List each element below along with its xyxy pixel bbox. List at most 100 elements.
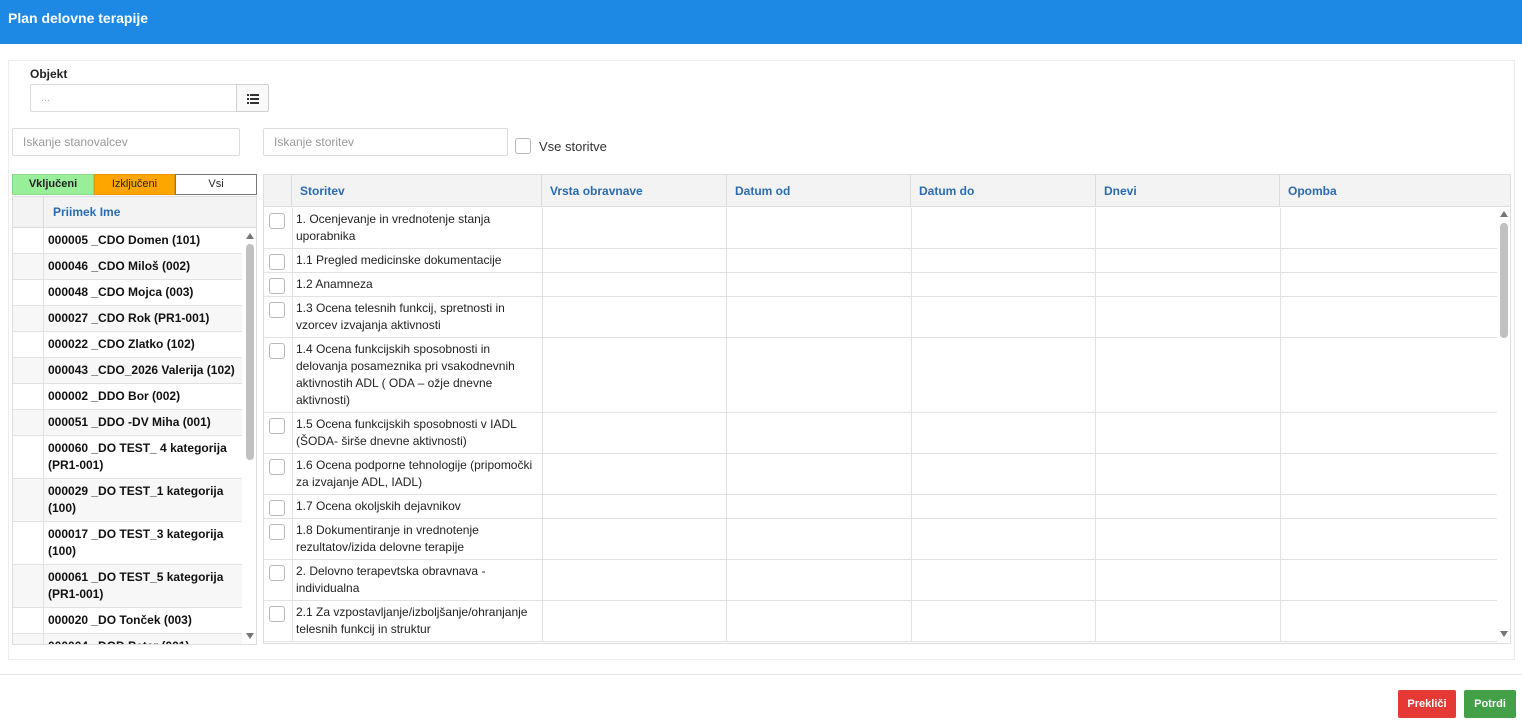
opomba-cell[interactable]: [1280, 273, 1497, 296]
datum-do-cell[interactable]: [911, 413, 1095, 453]
dnevi-cell[interactable]: [1095, 601, 1280, 641]
datum-od-cell[interactable]: [726, 601, 911, 641]
services-scrollbar[interactable]: [1497, 208, 1510, 643]
service-row[interactable]: 1.7 Ocena okoljskih dejavnikov: [264, 495, 1497, 519]
resident-select-cell[interactable]: [13, 358, 44, 383]
datum-do-cell[interactable]: [911, 273, 1095, 296]
dnevi-cell[interactable]: [1095, 454, 1280, 494]
resident-select-cell[interactable]: [13, 410, 44, 435]
resident-select-cell[interactable]: [13, 228, 44, 253]
resident-select-cell[interactable]: [13, 332, 44, 357]
resident-select-cell[interactable]: [13, 436, 44, 478]
opomba-cell[interactable]: [1280, 454, 1497, 494]
filter-all-button[interactable]: Vsi: [175, 174, 257, 195]
datum-od-cell[interactable]: [726, 519, 911, 559]
resident-row[interactable]: 000029 _DO TEST_1 kategorija (100): [13, 479, 242, 522]
vrsta-obravnave-cell[interactable]: [542, 601, 726, 641]
resident-select-cell[interactable]: [13, 634, 44, 644]
service-row[interactable]: 1. Ocenjevanje in vrednotenje stanja upo…: [264, 208, 1497, 249]
resident-select-cell[interactable]: [13, 522, 44, 564]
service-row[interactable]: 1.5 Ocena funkcijskih sposobnosti v IADL…: [264, 413, 1497, 454]
datum-od-cell[interactable]: [726, 454, 911, 494]
service-checkbox[interactable]: [269, 459, 285, 475]
datum-do-cell[interactable]: [911, 560, 1095, 600]
residents-scrollbar[interactable]: [243, 228, 256, 644]
service-checkbox[interactable]: [269, 565, 285, 581]
service-row[interactable]: 1.6 Ocena podporne tehnologije (pripomoč…: [264, 454, 1497, 495]
column-header-storitev[interactable]: Storitev: [292, 175, 542, 207]
opomba-cell[interactable]: [1280, 413, 1497, 453]
service-checkbox[interactable]: [269, 418, 285, 434]
resident-row[interactable]: 000002 _DDO Bor (002): [13, 384, 242, 410]
vrsta-obravnave-cell[interactable]: [542, 413, 726, 453]
vrsta-obravnave-cell[interactable]: [542, 249, 726, 272]
datum-do-cell[interactable]: [911, 338, 1095, 412]
datum-od-cell[interactable]: [726, 560, 911, 600]
opomba-cell[interactable]: [1280, 338, 1497, 412]
opomba-cell[interactable]: [1280, 208, 1497, 248]
service-checkbox[interactable]: [269, 254, 285, 270]
resident-select-cell[interactable]: [13, 384, 44, 409]
resident-row[interactable]: 000043 _CDO_2026 Valerija (102): [13, 358, 242, 384]
objekt-field[interactable]: ...: [30, 84, 237, 112]
resident-search-input[interactable]: [12, 128, 240, 156]
vrsta-obravnave-cell[interactable]: [542, 519, 726, 559]
resident-select-cell[interactable]: [13, 306, 44, 331]
datum-od-cell[interactable]: [726, 273, 911, 296]
dnevi-cell[interactable]: [1095, 249, 1280, 272]
all-services-checkbox[interactable]: [515, 138, 531, 154]
scroll-down-icon[interactable]: [246, 633, 254, 639]
dnevi-cell[interactable]: [1095, 413, 1280, 453]
resident-row[interactable]: 000061 _DO TEST_5 kategorija (PR1-001): [13, 565, 242, 608]
opomba-cell[interactable]: [1280, 560, 1497, 600]
filter-included-button[interactable]: Vključeni: [12, 174, 94, 195]
column-header-datum-od[interactable]: Datum od: [727, 175, 911, 207]
resident-row[interactable]: 000020 _DO Tonček (003): [13, 608, 242, 634]
vrsta-obravnave-cell[interactable]: [542, 273, 726, 296]
datum-do-cell[interactable]: [911, 249, 1095, 272]
service-row[interactable]: 1.8 Dokumentiranje in vrednotenje rezult…: [264, 519, 1497, 560]
vrsta-obravnave-cell[interactable]: [542, 338, 726, 412]
resident-row[interactable]: 000004 _DOD Peter (001): [13, 634, 242, 644]
service-checkbox[interactable]: [269, 606, 285, 622]
resident-row[interactable]: 000027 _CDO Rok (PR1-001): [13, 306, 242, 332]
datum-do-cell[interactable]: [911, 495, 1095, 518]
datum-od-cell[interactable]: [726, 208, 911, 248]
vrsta-obravnave-cell[interactable]: [542, 454, 726, 494]
resident-select-cell[interactable]: [13, 608, 44, 633]
service-search-input[interactable]: [263, 128, 508, 156]
opomba-cell[interactable]: [1280, 297, 1497, 337]
service-checkbox[interactable]: [269, 213, 285, 229]
datum-od-cell[interactable]: [726, 297, 911, 337]
dnevi-cell[interactable]: [1095, 560, 1280, 600]
vrsta-obravnave-cell[interactable]: [542, 208, 726, 248]
column-header-datum-do[interactable]: Datum do: [911, 175, 1096, 207]
service-row[interactable]: 1.1 Pregled medicinske dokumentacije: [264, 249, 1497, 273]
filter-excluded-button[interactable]: Izključeni: [94, 174, 175, 195]
cancel-button[interactable]: Prekliči: [1398, 690, 1456, 718]
service-checkbox[interactable]: [269, 278, 285, 294]
datum-od-cell[interactable]: [726, 413, 911, 453]
resident-row[interactable]: 000051 _DDO -DV Miha (001): [13, 410, 242, 436]
datum-do-cell[interactable]: [911, 519, 1095, 559]
datum-od-cell[interactable]: [726, 495, 911, 518]
scroll-thumb[interactable]: [1500, 223, 1508, 338]
service-row[interactable]: 2. Delovno terapevtska obravnava - indiv…: [264, 560, 1497, 601]
resident-row[interactable]: 000060 _DO TEST_ 4 kategorija (PR1-001): [13, 436, 242, 479]
scroll-thumb[interactable]: [246, 244, 254, 460]
opomba-cell[interactable]: [1280, 601, 1497, 641]
vrsta-obravnave-cell[interactable]: [542, 560, 726, 600]
resident-row[interactable]: 000046 _CDO Miloš (002): [13, 254, 242, 280]
datum-od-cell[interactable]: [726, 338, 911, 412]
service-row[interactable]: 1.4 Ocena funkcijskih sposobnosti in del…: [264, 338, 1497, 413]
opomba-cell[interactable]: [1280, 519, 1497, 559]
scroll-up-icon[interactable]: [246, 233, 254, 239]
service-checkbox[interactable]: [269, 343, 285, 359]
column-header-vrsta-obravnave[interactable]: Vrsta obravnave: [542, 175, 727, 207]
confirm-button[interactable]: Potrdi: [1464, 690, 1516, 718]
service-checkbox[interactable]: [269, 524, 285, 540]
dnevi-cell[interactable]: [1095, 273, 1280, 296]
scroll-down-icon[interactable]: [1500, 631, 1508, 637]
resident-select-cell[interactable]: [13, 565, 44, 607]
resident-row[interactable]: 000017 _DO TEST_3 kategorija (100): [13, 522, 242, 565]
